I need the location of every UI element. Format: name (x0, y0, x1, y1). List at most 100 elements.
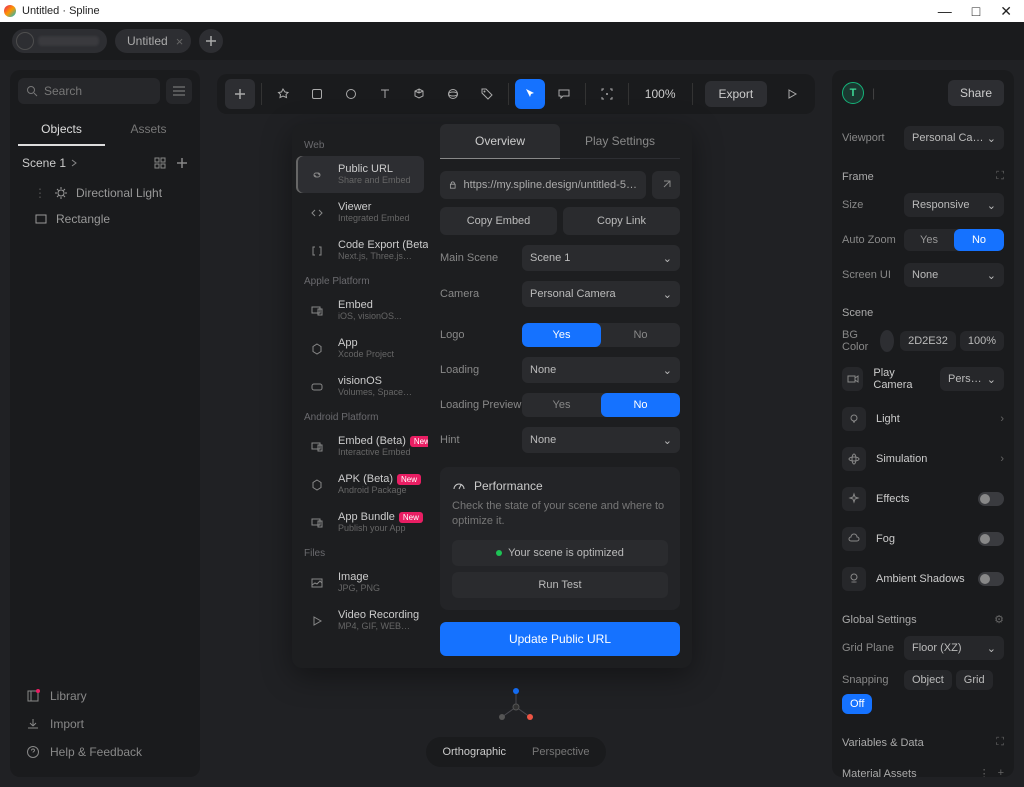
app-bar: Untitled × (0, 22, 1024, 60)
more-icon[interactable]: ⋮ (979, 767, 990, 777)
light-row[interactable]: Light› (832, 399, 1014, 439)
update-url-button[interactable]: Update Public URL (440, 622, 680, 656)
close-icon[interactable]: ✕ (1000, 4, 1012, 18)
sun-icon (54, 186, 68, 200)
tab-overview[interactable]: Overview (440, 124, 560, 158)
fog-switch[interactable] (978, 532, 1004, 546)
export-apple-app[interactable]: AppXcode Project (296, 330, 424, 367)
snap-grid[interactable]: Grid (956, 670, 993, 690)
devices-icon (306, 512, 328, 534)
devices-icon (306, 436, 328, 458)
user-avatar[interactable]: T (842, 82, 864, 104)
section-android: Android Platform (292, 406, 428, 427)
export-button[interactable]: Export (705, 81, 768, 107)
focus-tool-button[interactable] (592, 79, 622, 109)
public-url-field[interactable]: https://my.spline.design/untitled-561046… (440, 171, 646, 199)
document-tab[interactable]: Untitled × (115, 29, 191, 53)
tab-objects[interactable]: Objects (18, 114, 105, 146)
camera-select[interactable]: Personal Camera⌄ (522, 281, 680, 307)
play-icon (306, 610, 328, 632)
export-android-embed[interactable]: Embed (Beta)NewInteractive Embed (296, 428, 424, 465)
gauge-icon (452, 479, 466, 493)
gridplane-select[interactable]: Floor (XZ)⌄ (904, 636, 1004, 660)
export-code[interactable]: Code Export (Beta)Next.js, Three.js, Rea… (296, 232, 424, 269)
tag-tool-button[interactable] (472, 79, 502, 109)
copy-link-button[interactable]: Copy Link (563, 207, 680, 235)
copy-embed-button[interactable]: Copy Embed (440, 207, 557, 235)
tree-item-rectangle[interactable]: Rectangle (18, 206, 192, 232)
zoom-level[interactable]: 100% (635, 87, 686, 101)
color-swatch[interactable] (880, 330, 894, 352)
export-modal: Web Public URLShare and Embed ViewerInte… (292, 124, 692, 668)
expand-icon[interactable]: ⛶ (996, 170, 1004, 183)
export-video[interactable]: Video RecordingMP4, GIF, WEBM... (296, 602, 424, 639)
run-test-button[interactable]: Run Test (452, 572, 668, 598)
export-apk[interactable]: APK (Beta)NewAndroid Package (296, 466, 424, 503)
tree-item-light[interactable]: ⋮ Directional Light (18, 180, 192, 206)
lock-icon (448, 179, 458, 191)
rectangle-tool-button[interactable] (302, 79, 332, 109)
export-bundle[interactable]: App BundleNewPublish your App (296, 504, 424, 541)
settings-icon[interactable]: ⚙ (994, 613, 1004, 626)
export-visionos[interactable]: visionOSVolumes, Spaces... (296, 368, 424, 405)
axis-gizmo-icon[interactable] (496, 687, 536, 727)
camera-perspective[interactable]: Perspective (520, 741, 601, 763)
export-apple-embed[interactable]: EmbediOS, visionOS... (296, 292, 424, 329)
play-camera-select[interactable]: Personal ...⌄ (940, 367, 1004, 391)
grid-icon[interactable] (154, 157, 166, 169)
scene-header[interactable]: Scene 1 (18, 146, 192, 176)
add-icon[interactable]: + (998, 767, 1004, 777)
open-url-button[interactable] (652, 171, 680, 199)
snap-object[interactable]: Object (904, 670, 952, 690)
section-files: Files (292, 542, 428, 563)
tab-play-settings[interactable]: Play Settings (560, 124, 680, 158)
frame-size-select[interactable]: Responsive⌄ (904, 193, 1004, 217)
footer-help[interactable]: Help & Feedback (20, 739, 190, 765)
tab-close-icon[interactable]: × (176, 34, 184, 49)
color-opacity[interactable]: 100% (960, 331, 1004, 351)
cube-tool-button[interactable] (404, 79, 434, 109)
camera-orthographic[interactable]: Orthographic (430, 741, 518, 763)
play-camera-row[interactable]: Play CameraPersonal ...⌄ (832, 359, 1014, 399)
loading-select[interactable]: None⌄ (522, 357, 680, 383)
export-image[interactable]: ImageJPG, PNG (296, 564, 424, 601)
panel-menu-button[interactable] (166, 78, 192, 104)
comment-tool-button[interactable] (549, 79, 579, 109)
footer-import[interactable]: Import (20, 711, 190, 737)
snap-off[interactable]: Off (842, 694, 872, 714)
chevron-down-icon: ⌄ (987, 199, 996, 212)
share-button[interactable]: Share (948, 80, 1004, 106)
simulation-row[interactable]: Simulation› (832, 439, 1014, 479)
add-menu-button[interactable] (225, 79, 255, 109)
color-hex[interactable]: 2D2E32 (900, 331, 956, 351)
add-scene-icon[interactable] (176, 157, 188, 169)
screenui-select[interactable]: None⌄ (904, 263, 1004, 287)
expand-icon[interactable]: ⛶ (996, 736, 1004, 749)
play-button[interactable] (777, 79, 807, 109)
maximize-icon[interactable]: □ (972, 4, 980, 18)
viewport-select[interactable]: Personal Camera⌄ (904, 126, 1004, 150)
ellipse-tool-button[interactable] (336, 79, 366, 109)
text-tool-button[interactable] (370, 79, 400, 109)
export-public-url[interactable]: Public URLShare and Embed (296, 156, 424, 193)
shape-tool-button[interactable] (268, 79, 298, 109)
footer-library[interactable]: Library (20, 683, 190, 709)
search-input[interactable]: Search (18, 78, 160, 104)
export-viewer[interactable]: ViewerIntegrated Embed (296, 194, 424, 231)
chevron-down-icon: ⌄ (987, 132, 996, 145)
import-icon (26, 717, 40, 731)
chevron-down-icon: ⌄ (987, 269, 996, 282)
user-menu[interactable] (12, 29, 107, 53)
vr-icon (306, 376, 328, 398)
ambient-switch[interactable] (978, 572, 1004, 586)
sphere-tool-button[interactable] (438, 79, 468, 109)
main-scene-select[interactable]: Scene 1⌄ (522, 245, 680, 271)
effects-switch[interactable] (978, 492, 1004, 506)
hint-select[interactable]: None⌄ (522, 427, 680, 453)
cursor-tool-button[interactable] (515, 79, 545, 109)
minimize-icon[interactable]: — (938, 4, 952, 18)
viewport-area[interactable]: 100% Export Orthographic Perspective Web (210, 70, 822, 777)
new-tab-button[interactable] (199, 29, 223, 53)
notification-dot-icon (36, 689, 40, 693)
tab-assets[interactable]: Assets (105, 114, 192, 146)
